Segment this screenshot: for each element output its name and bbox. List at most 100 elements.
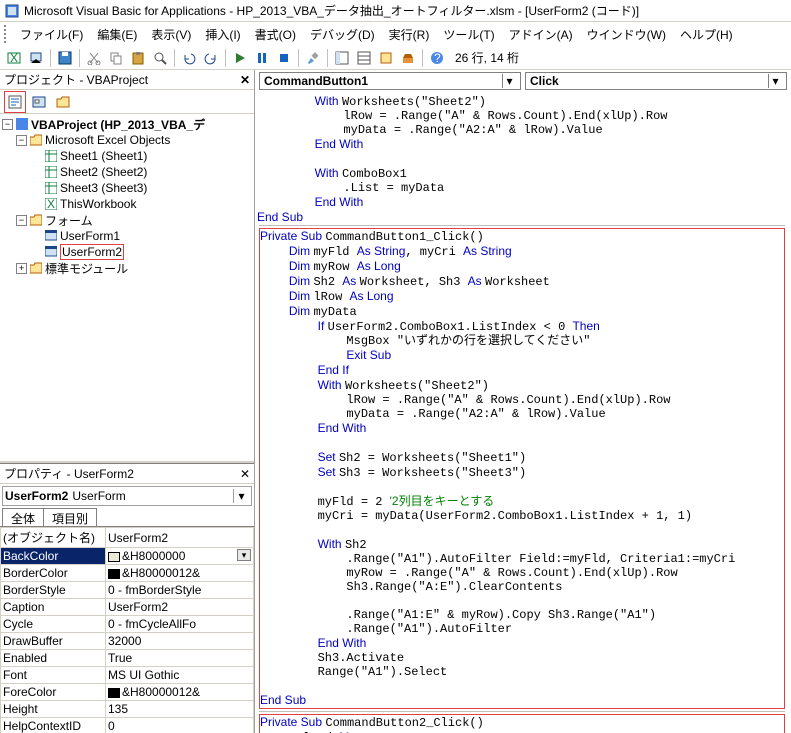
cursor-position: 26 行, 14 桁 xyxy=(455,49,519,66)
procedure-combo[interactable]: Click▾ xyxy=(525,72,787,90)
menu-window[interactable]: ウインドウ(W) xyxy=(581,24,672,45)
property-row[interactable]: EnabledTrue xyxy=(1,650,254,667)
break-icon[interactable] xyxy=(252,48,272,68)
expand-icon[interactable]: + xyxy=(16,263,27,274)
property-row[interactable]: BackColor&H8000000▾ xyxy=(1,548,254,565)
view-code-icon[interactable] xyxy=(4,91,26,113)
property-row[interactable]: CaptionUserForm2 xyxy=(1,599,254,616)
tree-root[interactable]: VBAProject (HP_2013_VBA_デ xyxy=(31,116,205,133)
tree-group-modules[interactable]: 標準モジュール xyxy=(45,260,128,277)
toggle-folders-icon[interactable] xyxy=(52,91,74,113)
menubar: ファイル(F) 編集(E) 表示(V) 挿入(I) 書式(O) デバッグ(D) … xyxy=(0,22,791,46)
paste-icon[interactable] xyxy=(128,48,148,68)
menu-run[interactable]: 実行(R) xyxy=(383,24,436,45)
copy-icon[interactable] xyxy=(106,48,126,68)
titlebar: Microsoft Visual Basic for Applications … xyxy=(0,0,791,22)
properties-window-icon[interactable] xyxy=(354,48,374,68)
expand-icon[interactable]: − xyxy=(16,215,27,226)
vba-app-icon xyxy=(4,3,20,19)
property-row[interactable]: BorderStyle0 - fmBorderStyle xyxy=(1,582,254,599)
view-object-icon[interactable] xyxy=(28,91,50,113)
project-icon xyxy=(15,117,29,131)
toolbar-handle-icon[interactable] xyxy=(4,25,12,43)
save-icon[interactable] xyxy=(55,48,75,68)
tree-userform2[interactable]: UserForm2 xyxy=(60,244,124,260)
insert-dropdown-icon[interactable] xyxy=(26,48,46,68)
object-type: UserForm xyxy=(72,489,233,503)
toolbox-icon[interactable] xyxy=(398,48,418,68)
property-row[interactable]: FontMS UI Gothic xyxy=(1,667,254,684)
tab-categorized[interactable]: 項目別 xyxy=(43,508,97,526)
run-icon[interactable] xyxy=(230,48,250,68)
folder-icon xyxy=(29,213,43,227)
menu-view[interactable]: 表示(V) xyxy=(145,24,197,45)
code-editor[interactable]: With Worksheets("Sheet2") lRow = .Range(… xyxy=(255,92,791,733)
property-row[interactable]: HelpContextID0 xyxy=(1,718,254,733)
tab-alphabetic[interactable]: 全体 xyxy=(2,508,44,526)
project-pane-header: プロジェクト - VBAProject ✕ xyxy=(0,70,254,90)
code-header: CommandButton1▾ Click▾ xyxy=(255,70,791,92)
tree-sheet2[interactable]: Sheet2 (Sheet2) xyxy=(60,165,147,179)
menu-addins[interactable]: アドイン(A) xyxy=(503,24,579,45)
property-row[interactable]: BorderColor&H80000012& xyxy=(1,565,254,582)
folder-icon xyxy=(29,261,43,275)
properties-pane-header: プロパティ - UserForm2 ✕ xyxy=(0,464,254,484)
toolbar: X ? 26 行, 14 桁 xyxy=(0,46,791,70)
svg-text:X: X xyxy=(47,198,55,210)
tree-group-objects[interactable]: Microsoft Excel Objects xyxy=(45,133,170,147)
project-toolbar xyxy=(0,90,254,114)
property-grid[interactable]: (オブジェクト名)UserForm2BackColor&H8000000▾Bor… xyxy=(0,526,254,733)
menu-format[interactable]: 書式(O) xyxy=(249,24,302,45)
object-name: UserForm2 xyxy=(5,489,68,503)
property-row[interactable]: (オブジェクト名)UserForm2 xyxy=(1,528,254,548)
sheet-icon xyxy=(44,181,58,195)
find-icon[interactable] xyxy=(150,48,170,68)
property-row[interactable]: Height135 xyxy=(1,701,254,718)
expand-icon[interactable]: − xyxy=(16,135,27,146)
menu-insert[interactable]: 挿入(I) xyxy=(199,24,246,45)
project-tree[interactable]: −VBAProject (HP_2013_VBA_デ −Microsoft Ex… xyxy=(0,114,254,460)
svg-text:X: X xyxy=(10,51,18,65)
properties-pane-close-icon[interactable]: ✕ xyxy=(240,467,250,481)
help-icon[interactable]: ? xyxy=(427,48,447,68)
design-mode-icon[interactable] xyxy=(303,48,323,68)
tree-sheet1[interactable]: Sheet1 (Sheet1) xyxy=(60,149,147,163)
menu-edit[interactable]: 編集(E) xyxy=(91,24,143,45)
chevron-down-icon[interactable]: ▾ xyxy=(502,74,516,88)
expand-icon[interactable]: − xyxy=(2,119,13,130)
form-icon xyxy=(44,245,58,259)
chevron-down-icon[interactable]: ▾ xyxy=(768,74,782,88)
chevron-down-icon[interactable]: ▾ xyxy=(237,549,251,561)
cut-icon[interactable] xyxy=(84,48,104,68)
menu-help[interactable]: ヘルプ(H) xyxy=(674,24,739,45)
tree-group-forms[interactable]: フォーム xyxy=(45,212,93,229)
property-tabs: 全体 項目別 xyxy=(0,508,254,526)
chevron-down-icon[interactable]: ▾ xyxy=(233,489,249,503)
project-pane-close-icon[interactable]: ✕ xyxy=(240,73,250,87)
redo-icon[interactable] xyxy=(201,48,221,68)
form-icon xyxy=(44,229,58,243)
window-title: Microsoft Visual Basic for Applications … xyxy=(24,2,639,19)
sheet-icon xyxy=(44,165,58,179)
svg-text:?: ? xyxy=(434,51,441,65)
workbook-icon: X xyxy=(44,197,58,211)
property-row[interactable]: DrawBuffer32000 xyxy=(1,633,254,650)
menu-tools[interactable]: ツール(T) xyxy=(437,24,500,45)
sheet-icon xyxy=(44,149,58,163)
folder-icon xyxy=(29,133,43,147)
tree-sheet3[interactable]: Sheet3 (Sheet3) xyxy=(60,181,147,195)
property-row[interactable]: ForeColor&H80000012& xyxy=(1,684,254,701)
menu-debug[interactable]: デバッグ(D) xyxy=(304,24,381,45)
object-combo[interactable]: CommandButton1▾ xyxy=(259,72,521,90)
property-row[interactable]: Cycle0 - fmCycleAllFo xyxy=(1,616,254,633)
view-excel-icon[interactable]: X xyxy=(4,48,24,68)
menu-file[interactable]: ファイル(F) xyxy=(14,24,89,45)
undo-icon[interactable] xyxy=(179,48,199,68)
reset-icon[interactable] xyxy=(274,48,294,68)
object-selector[interactable]: UserForm2 UserForm ▾ xyxy=(2,486,252,506)
tree-thisworkbook[interactable]: ThisWorkbook xyxy=(60,197,136,211)
project-pane-title: プロジェクト - VBAProject xyxy=(4,71,148,88)
object-browser-icon[interactable] xyxy=(376,48,396,68)
project-explorer-icon[interactable] xyxy=(332,48,352,68)
tree-userform1[interactable]: UserForm1 xyxy=(60,229,120,243)
